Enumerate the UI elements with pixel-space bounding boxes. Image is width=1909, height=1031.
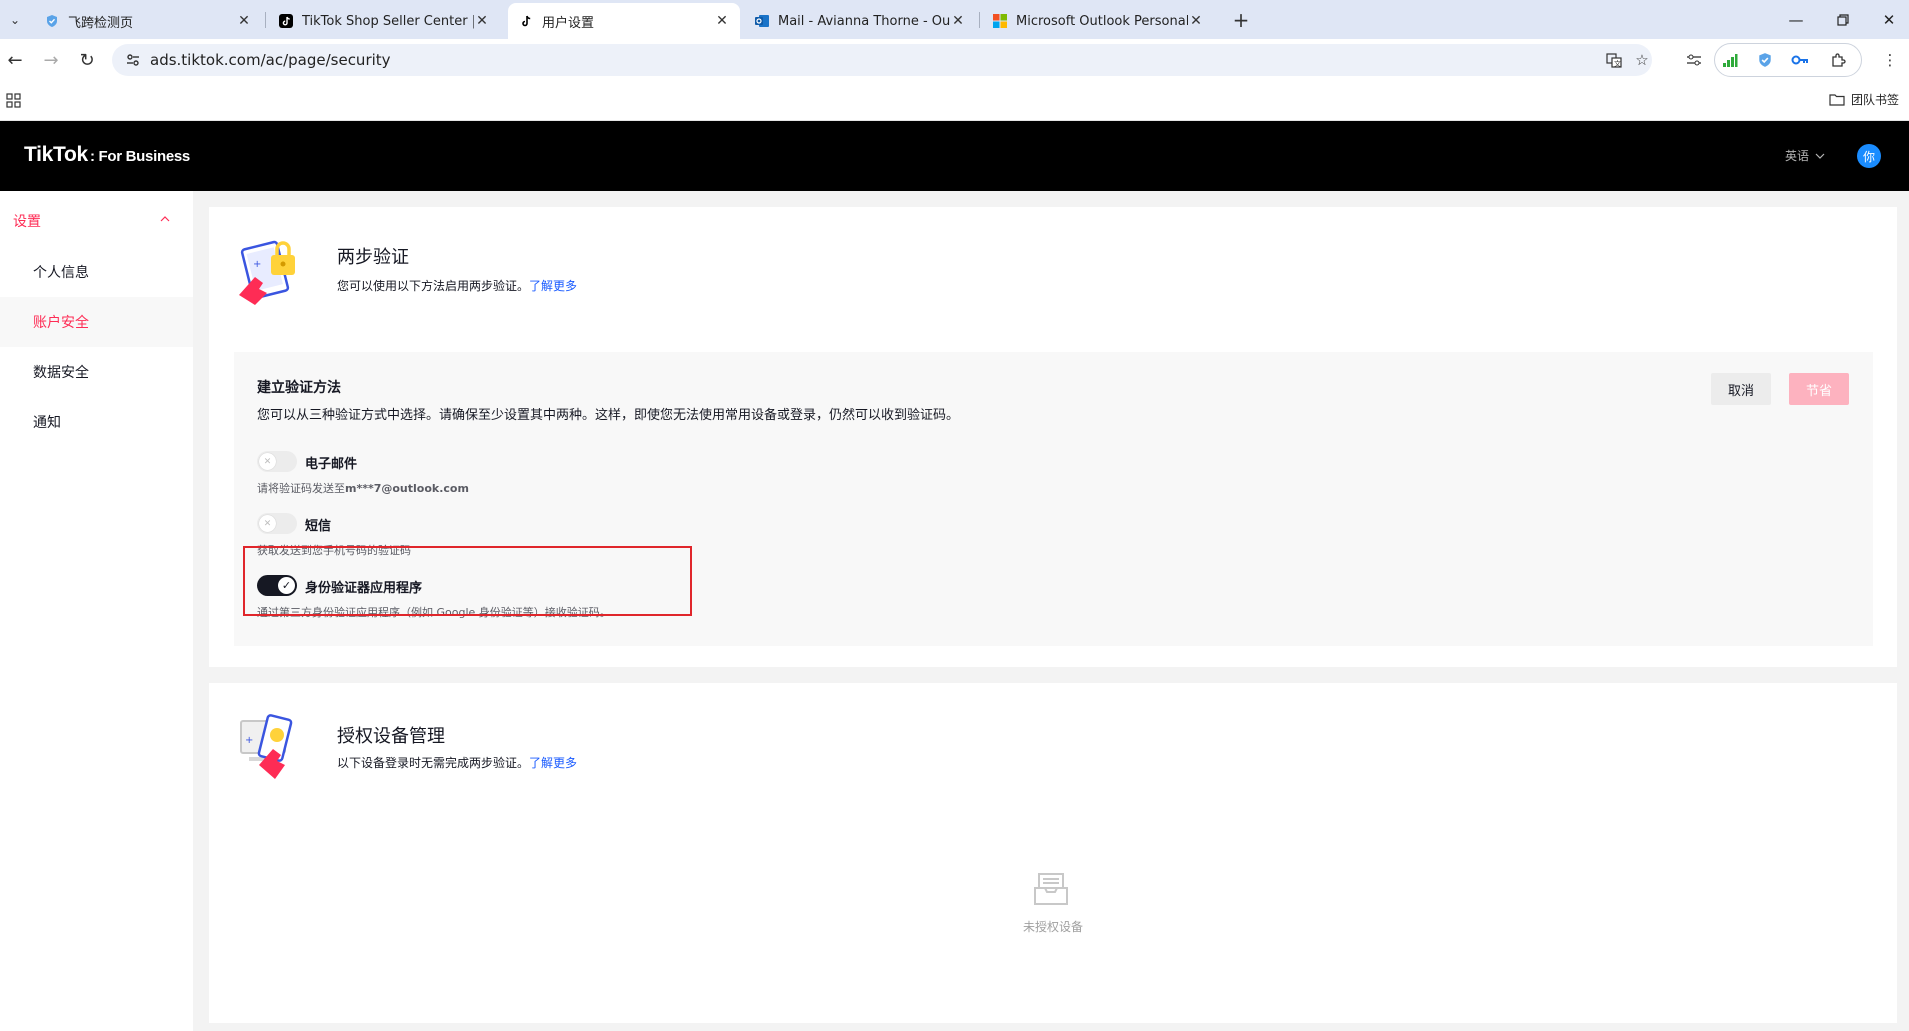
apps-grid-icon[interactable] [6,93,22,109]
toggle-off-icon: ✕ [259,453,276,470]
tab-title: Mail - Avianna Thorne - Outlo [778,13,950,29]
authorized-devices-card: + 授权设备管理 以下设备登录时无需完成两步验证。了解更多 未授权设备 [209,683,1897,1023]
tab-title: 用户设置 [542,15,595,31]
browser-tab-1[interactable]: 飞跨检测页 ✕ [34,3,262,39]
signal-extension-icon[interactable] [1720,50,1740,70]
url-text[interactable]: ads.tiktok.com/ac/page/security [150,51,391,69]
learn-more-link[interactable]: 了解更多 [529,279,577,293]
two-step-illustration-icon: + [239,240,295,305]
tab-close-icon[interactable]: ✕ [950,13,966,29]
tiktok-header: TikTok: For Business 英语 你 [0,121,1909,191]
browser-toolbar: ← → ↻ ads.tiktok.com/ac/page/security 文 … [0,39,1909,81]
toggle-off-icon: ✕ [259,515,276,532]
tab-search-chevron-icon[interactable]: ⌄ [4,9,26,31]
email-address: m***7@outlook.com [345,482,469,495]
browser-tab-5[interactable]: Microsoft Outlook Personal E ✕ [982,3,1214,39]
browser-tab-strip: ⌄ 飞跨检测页 ✕ TikTok Shop Seller Center | Ti… [0,0,1909,39]
learn-more-link[interactable]: 了解更多 [529,756,577,770]
sidebar-item-personal-info[interactable]: 个人信息 [0,247,193,297]
tab-close-icon[interactable]: ✕ [1188,13,1204,29]
tab-manager-icon[interactable] [1684,50,1704,70]
extensions-puzzle-icon[interactable] [1828,50,1848,70]
option-label: 短信 [305,519,332,534]
devices-subtitle: 以下设备登录时无需完成两步验证。了解更多 [337,754,577,771]
tab-title: 飞跨检测页 [68,15,134,31]
shield-extension-icon[interactable] [1755,50,1775,70]
browser-tab-2[interactable]: TikTok Shop Seller Center | Ti ✕ [268,3,500,39]
tab-divider [979,12,980,28]
bookmark-star-icon[interactable]: ☆ [1632,50,1652,70]
tab-divider [265,12,266,28]
two-step-title: 两步验证 [337,247,409,268]
restore-icon[interactable] [1820,0,1866,39]
two-step-subtitle-text: 您可以使用以下方法启用两步验证。 [337,279,530,293]
option-description: 请将验证码发送至m***7@outlook.com [257,480,469,496]
highlight-box [243,546,692,616]
back-icon[interactable]: ← [2,47,28,73]
sidebar-item-notifications[interactable]: 通知 [0,397,193,447]
email-toggle[interactable]: ✕ [257,451,297,472]
forward-icon[interactable]: → [38,47,64,73]
minimize-icon[interactable]: — [1773,0,1819,39]
sms-toggle[interactable]: ✕ [257,513,297,534]
email-desc-text: 请将验证码发送至 [257,482,345,495]
outlook-icon [754,13,770,29]
tiktok-icon [278,13,294,29]
language-label: 英语 [1785,149,1810,163]
panel-title: 建立验证方法 [257,380,341,396]
two-step-subtitle: 您可以使用以下方法启用两步验证。了解更多 [337,277,577,294]
chevron-up-icon[interactable] [160,211,170,225]
empty-state-text: 未授权设备 [1022,920,1083,934]
save-button[interactable]: 节省 [1789,373,1849,405]
tab-close-icon[interactable]: ✕ [236,13,252,29]
browser-tab-4[interactable]: Mail - Avianna Thorne - Outlo ✕ [744,3,976,39]
devices-title: 授权设备管理 [337,726,445,747]
svg-text:+: + [245,735,253,746]
address-bar[interactable]: ads.tiktok.com/ac/page/security 文 ☆ [112,44,1652,76]
cancel-button[interactable]: 取消 [1711,373,1771,405]
reload-icon[interactable]: ↻ [74,47,100,73]
logo-main-text: TikTok [24,143,88,166]
sidebar-item-account-security[interactable]: 账户安全 [0,297,193,347]
tab-title: TikTok Shop Seller Center | Ti [302,13,474,29]
bookmark-folder-label: 团队书签 [1850,93,1899,107]
sidebar-heading-settings[interactable]: 设置 [13,211,41,231]
close-window-icon[interactable]: ✕ [1866,0,1909,39]
folder-icon [1829,94,1845,106]
logo-sub-text: : For Business [89,148,190,165]
microsoft-icon [992,13,1008,29]
chevron-down-icon [1815,153,1825,159]
svg-text:文: 文 [1614,59,1621,68]
panel-description: 您可以从三种验证方式中选择。请确保至少设置其中两种。这样，即使您无法使用常用设备… [257,408,960,423]
tab-close-icon[interactable]: ✕ [714,13,730,29]
avatar[interactable]: 你 [1857,144,1881,168]
browser-menu-icon[interactable]: ⋮ [1880,50,1900,70]
empty-inbox-icon [1034,873,1068,905]
browser-tab-3[interactable]: 用户设置 ✕ [508,3,740,39]
devices-subtitle-text: 以下设备登录时无需完成两步验证。 [337,756,530,770]
sidebar-item-data-security[interactable]: 数据安全 [0,347,193,397]
tab-title: Microsoft Outlook Personal E [1016,13,1188,29]
language-selector[interactable]: 英语 [1785,147,1825,164]
key-extension-icon[interactable] [1790,50,1810,70]
tiktok-icon [518,13,534,29]
site-info-icon[interactable] [124,51,142,69]
bookmarks-bar: 团队书签 [0,81,1909,121]
bookmark-folder[interactable]: 团队书签 [1829,91,1899,108]
new-tab-button[interactable]: + [1228,7,1254,33]
devices-illustration-icon: + [240,714,293,779]
translate-icon[interactable]: 文 [1604,50,1624,70]
tab-close-icon[interactable]: ✕ [474,13,490,29]
shield-icon [44,13,60,29]
settings-sidebar: 设置 个人信息 账户安全 数据安全 通知 [0,191,193,1031]
tiktok-for-business-logo[interactable]: TikTok: For Business [24,143,190,167]
option-label: 电子邮件 [305,457,358,472]
svg-text:+: + [253,259,261,270]
